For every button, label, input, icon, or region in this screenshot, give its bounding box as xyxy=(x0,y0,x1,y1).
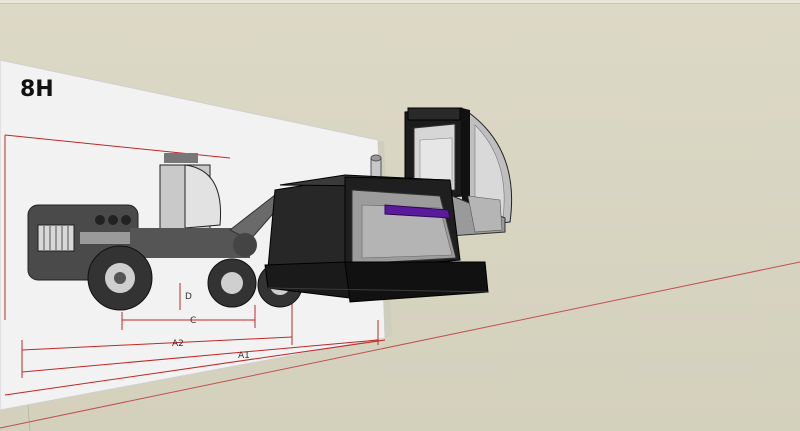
sheet-title: 8H xyxy=(20,77,54,102)
dim-label-a2: A2 xyxy=(172,339,184,349)
modeling-viewport[interactable]: 8H D C A2 A1 xyxy=(0,0,800,431)
model-base-front xyxy=(344,261,489,303)
model-cab-roof xyxy=(407,107,461,121)
drawing-frame xyxy=(130,228,250,258)
scene-canvas[interactable]: 8H D C A2 A1 xyxy=(0,0,800,431)
drawing-cab-roof xyxy=(164,153,198,163)
dim-label-a1: A1 xyxy=(238,351,250,361)
dim-label-d: D xyxy=(185,292,192,302)
model-body-side xyxy=(267,177,351,269)
dim-label-c: C xyxy=(190,316,196,326)
drawing-wheel-top xyxy=(233,233,257,257)
